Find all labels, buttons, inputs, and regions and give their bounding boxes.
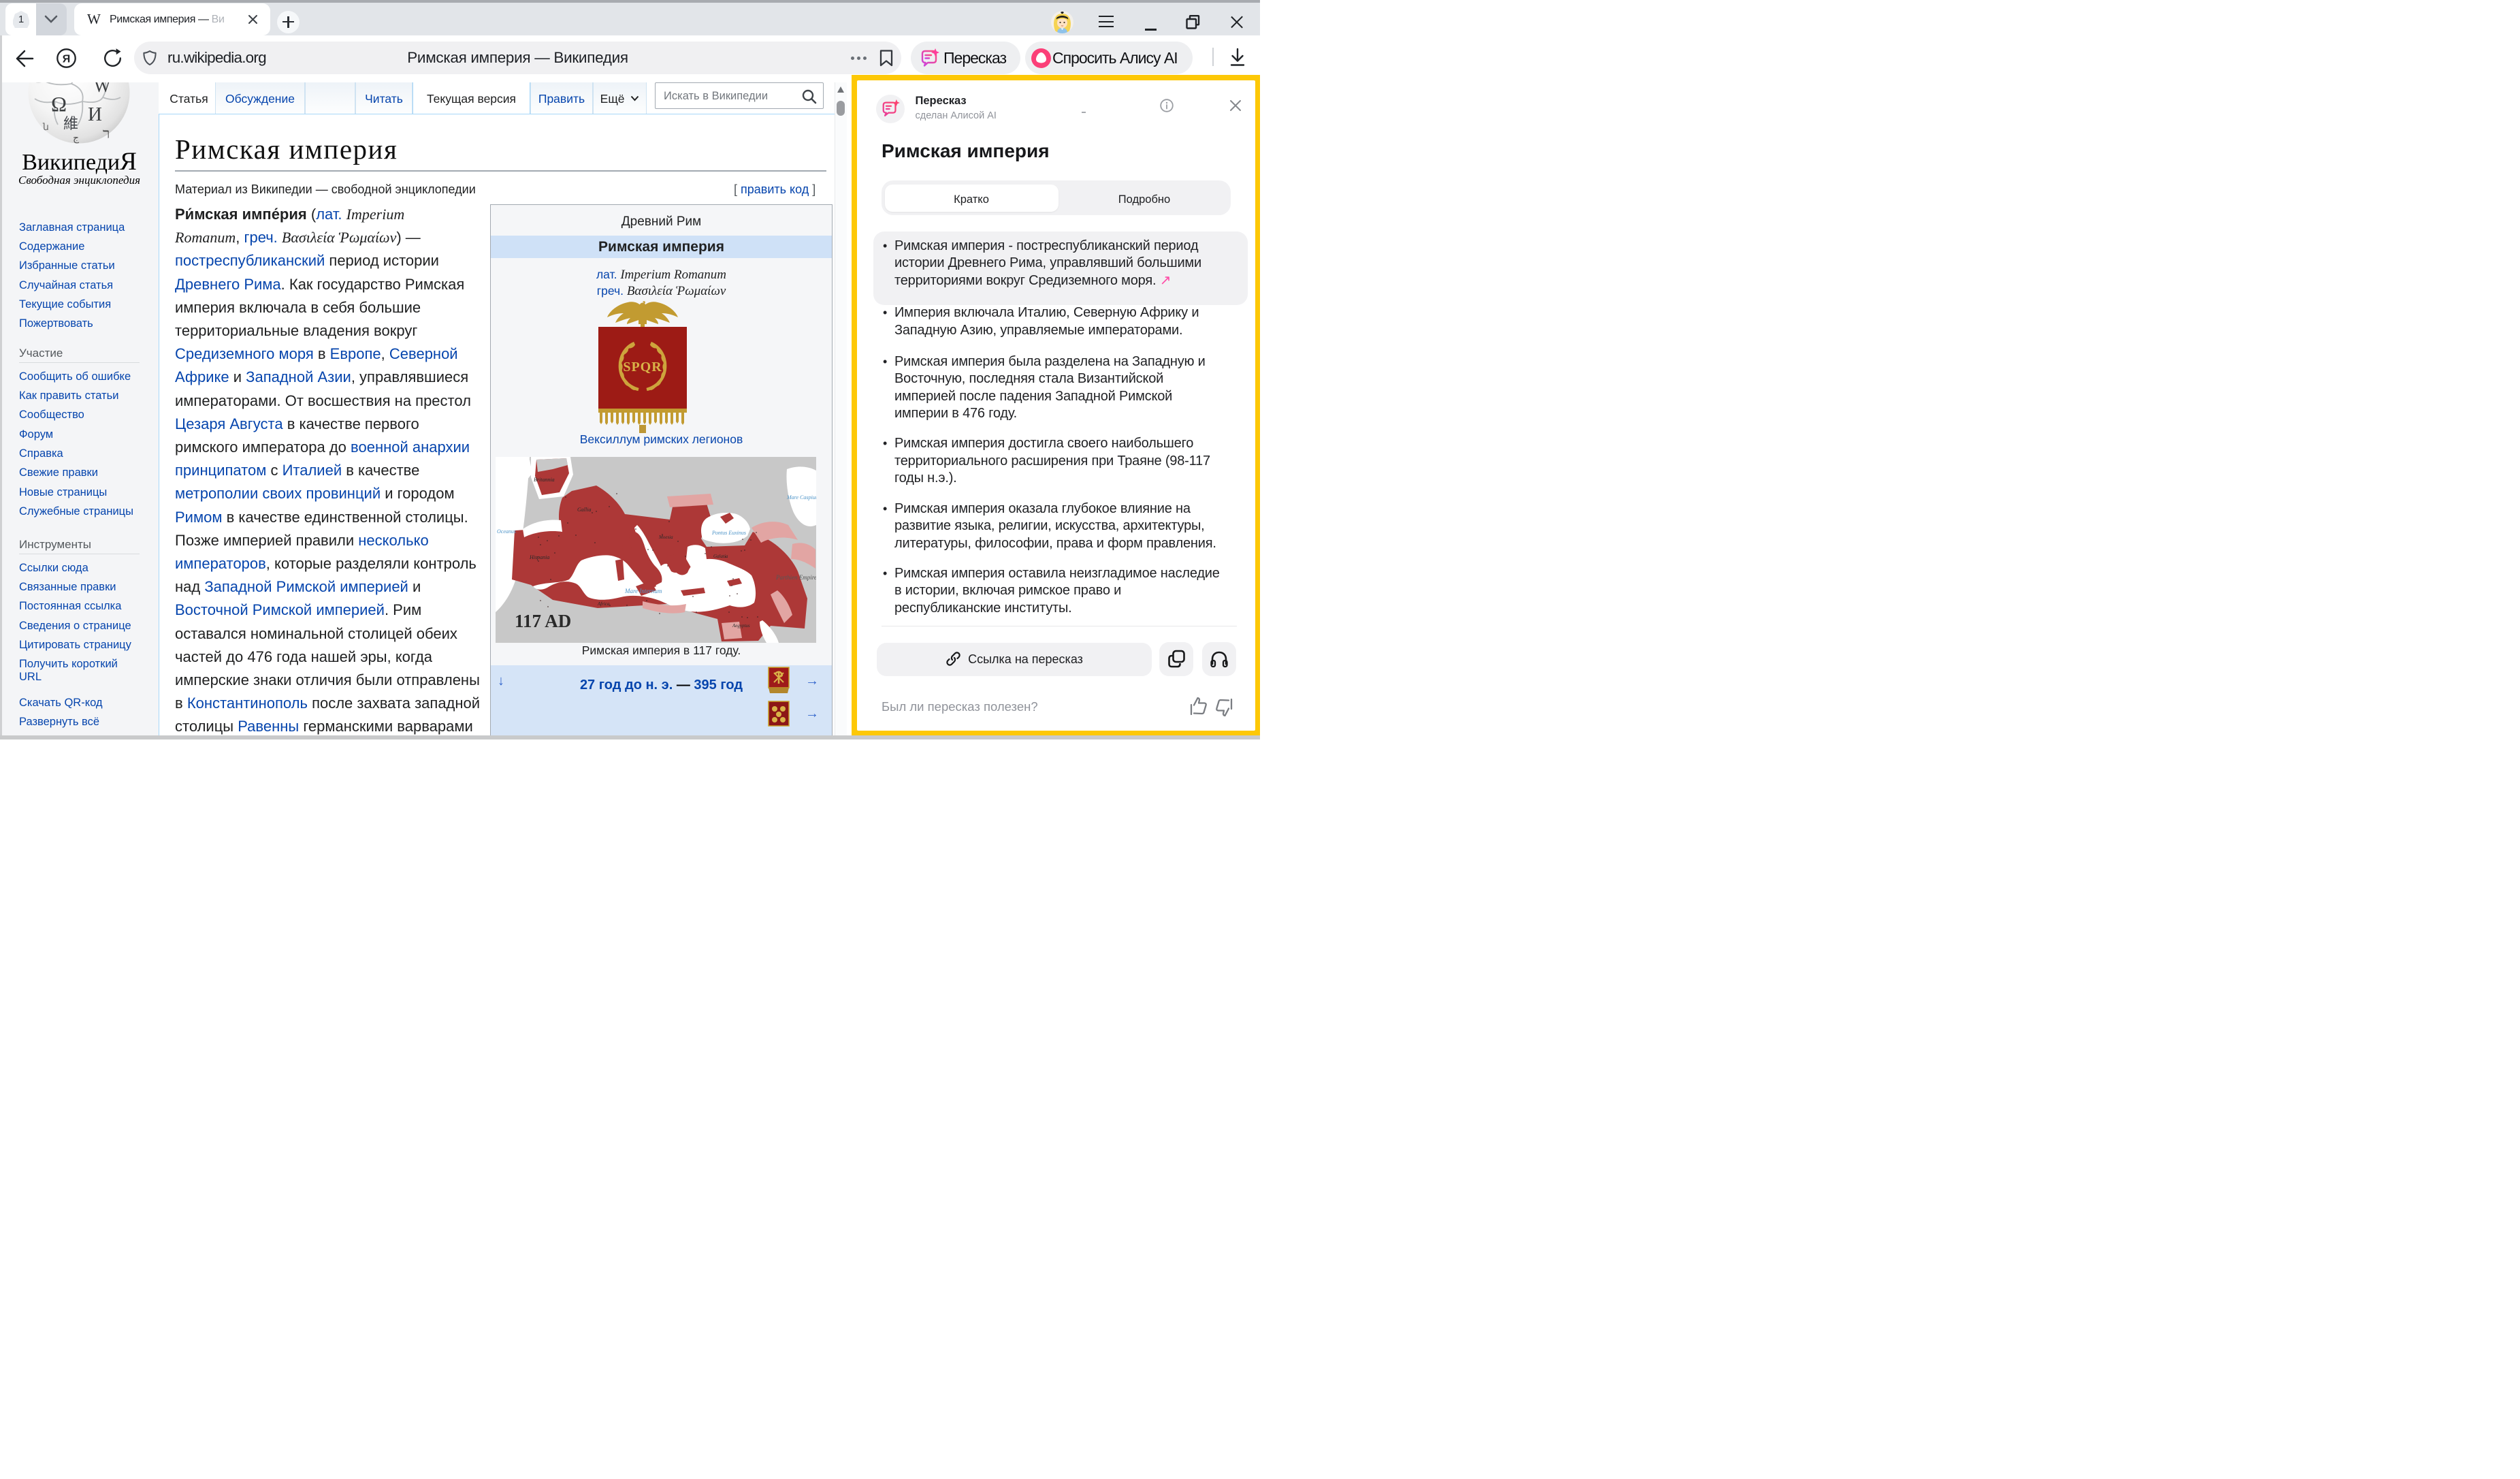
svg-text:Parthien Empire: Parthien Empire bbox=[775, 574, 816, 581]
svg-text:維: 維 bbox=[63, 115, 78, 132]
svg-text:ն: ն bbox=[42, 123, 49, 133]
svg-text:Gallia: Gallia bbox=[577, 507, 591, 513]
svg-text:Mare Caspium: Mare Caspium bbox=[786, 494, 816, 500]
svg-text:Aegyptus: Aegyptus bbox=[732, 623, 750, 629]
svg-text:Oceanus: Oceanus bbox=[497, 528, 516, 535]
svg-text:SPQR: SPQR bbox=[623, 360, 662, 375]
svg-text:ج: ج bbox=[73, 133, 80, 144]
svg-text:117 AD: 117 AD bbox=[515, 611, 571, 631]
svg-text:Pontus Euxinus: Pontus Euxinus bbox=[711, 530, 746, 536]
svg-text:Moesia: Moesia bbox=[658, 535, 673, 540]
svg-text:Mare Internum: Mare Internum bbox=[624, 588, 662, 594]
svg-text:Britannia: Britannia bbox=[534, 477, 555, 483]
svg-text:Ω: Ω bbox=[51, 92, 67, 116]
svg-text:Galatia: Galatia bbox=[713, 554, 728, 559]
svg-text:W: W bbox=[94, 82, 111, 96]
svg-text:Я: Я bbox=[63, 54, 71, 65]
svg-text:ר: ר bbox=[103, 125, 110, 142]
svg-text:Africa: Africa bbox=[597, 601, 610, 607]
svg-text:Hispania: Hispania bbox=[529, 554, 549, 560]
svg-text:И: И bbox=[88, 104, 102, 125]
